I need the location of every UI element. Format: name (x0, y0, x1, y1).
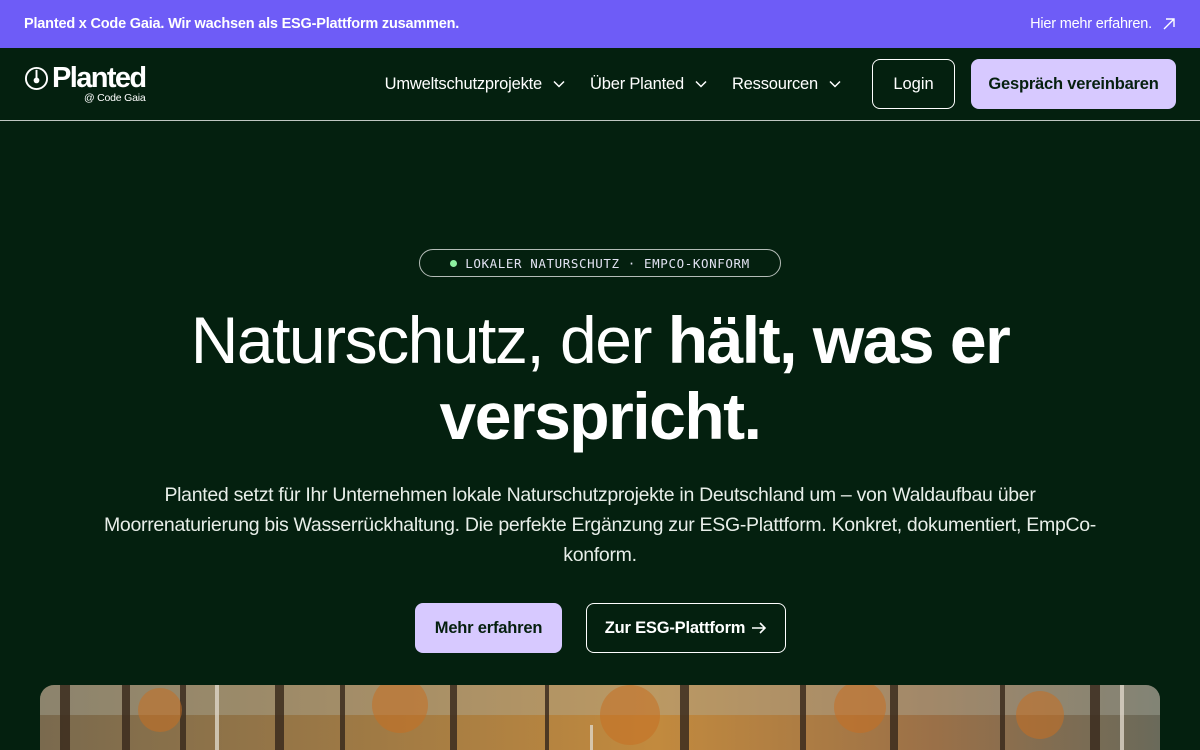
arrow-right-icon (752, 622, 767, 634)
main-nav: Planted @ Code Gaia Umweltschutzprojekte… (0, 48, 1200, 121)
chevron-down-icon (695, 80, 707, 88)
nav-item-label: Ressourcen (731, 74, 818, 93)
chevron-down-icon (829, 80, 841, 88)
schedule-call-button[interactable]: Gespräch vereinbaren (971, 59, 1176, 109)
nav-item-label: Über Planted (590, 74, 684, 93)
esg-platform-button[interactable]: Zur ESG-Plattform (586, 603, 786, 653)
hero-headline: Naturschutz, der hält, was er verspricht… (0, 302, 1200, 454)
hero-forest-image (40, 685, 1160, 750)
nav-item-label: Umweltschutzprojekte (384, 74, 543, 93)
login-button[interactable]: Login (872, 59, 955, 109)
announcement-bar: Planted x Code Gaia. Wir wachsen als ESG… (0, 0, 1200, 48)
nav-item-ueber-planted[interactable]: Über Planted (590, 75, 708, 94)
hero-badge-label: LOKALER NATURSCHUTZ · EMPCO-KONFORM (465, 255, 750, 271)
hero-description: Planted setzt für Ihr Unternehmen lokale… (103, 484, 1097, 566)
arrow-up-right-icon (1163, 18, 1175, 30)
logo-subtitle: @ Code Gaia (83, 92, 146, 104)
nav-item-umweltschutzprojekte[interactable]: Umweltschutzprojekte (385, 75, 566, 94)
announcement-link[interactable]: Hier mehr erfahren. (1030, 16, 1176, 32)
learn-more-button[interactable]: Mehr erfahren (415, 603, 562, 653)
nav-menu: Umweltschutzprojekte Über Planted Ressou… (385, 59, 1176, 109)
badge-dot-icon (450, 259, 458, 267)
hero-badge: LOKALER NATURSCHUTZ · EMPCO-KONFORM (419, 249, 781, 277)
logo-text: Planted (52, 62, 147, 94)
headline-bold-line-2: verspricht. (439, 379, 762, 453)
nav-item-ressourcen[interactable]: Ressourcen (732, 75, 842, 94)
planted-logo-icon (24, 66, 49, 91)
announcement-link-label: Hier mehr erfahren. (1030, 16, 1152, 32)
esg-platform-button-label: Zur ESG-Plattform (604, 618, 746, 637)
logo[interactable]: Planted @ Code Gaia (24, 60, 147, 108)
headline-bold-line-1: hält, was er (667, 303, 1011, 377)
headline-light: Naturschutz, der (190, 303, 668, 377)
announcement-text: Planted x Code Gaia. Wir wachsen als ESG… (24, 16, 460, 32)
chevron-down-icon (553, 80, 565, 88)
